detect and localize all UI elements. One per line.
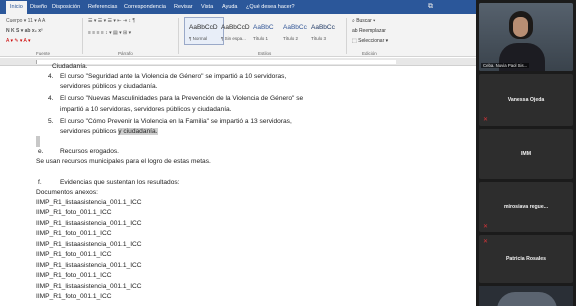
- doc-line: El curso "Nuevas Masculinidades para la …: [60, 95, 304, 102]
- tab-diseno[interactable]: Diseño: [30, 4, 47, 10]
- participant-video-tile[interactable]: [479, 286, 573, 306]
- doc-line: Se usan recursos municipales para el log…: [36, 158, 211, 165]
- doc-line: Ciudadanía.: [52, 63, 88, 70]
- style-name: Título 2: [283, 36, 299, 41]
- mic-off-icon: ✕: [483, 239, 489, 245]
- style-name: Título 1: [253, 36, 269, 41]
- annex-item: IIMP_R1_foto_001.1_ICC: [36, 251, 112, 258]
- section-letter: f.: [38, 179, 42, 186]
- section-title: Recursos erogados.: [60, 148, 120, 155]
- tell-me-search[interactable]: ¿Qué desea hacer?: [246, 4, 295, 10]
- font-format-row[interactable]: N K S ▾ ab x₂ x²: [6, 28, 43, 34]
- video-person-face: [513, 17, 528, 37]
- selected-text: y ciudadanía.: [118, 128, 158, 135]
- list-number: 4.: [48, 73, 54, 80]
- annex-item: IIMP_R1_listaasistencia_001.1_ICC: [36, 199, 142, 206]
- tab-inicio[interactable]: Inicio: [6, 1, 27, 14]
- document-page[interactable]: Ciudadanía. 4. El curso "Seguridad ante …: [0, 63, 476, 306]
- style-sample: AaBbCcD: [221, 24, 250, 31]
- participant-tile[interactable]: Vanessa Ojeda ✕: [479, 74, 573, 126]
- self-video-tile[interactable]: Ceba. Nuvia Paol Sis...: [479, 3, 573, 71]
- tab-correspondencia[interactable]: Correspondencia: [124, 4, 166, 10]
- tab-ayuda[interactable]: Ayuda: [222, 4, 238, 10]
- list-number: 4.: [48, 95, 54, 102]
- annex-item: IIMP_R1_foto_001.1_ICC: [36, 230, 112, 237]
- self-name-tag: Ceba. Nuvia Paol Sis...: [481, 63, 530, 68]
- video-person-shape: [497, 292, 557, 306]
- style-sample: AaBbCcD: [189, 24, 218, 31]
- mic-off-icon: ✕: [483, 117, 489, 123]
- ribbon-separator: [346, 18, 347, 54]
- annex-item: IIMP_R1_foto_001.1_ICC: [36, 209, 112, 216]
- list-number: 5.: [48, 118, 54, 125]
- doc-line: servidores públicos y ciudadanía.: [60, 128, 158, 137]
- participant-name: mirosiava regue...: [503, 204, 549, 210]
- annex-item: IIMP_R1_foto_001.1_ICC: [36, 293, 112, 300]
- doc-line: El curso "Cómo Prevenir la Violencia en …: [60, 118, 292, 125]
- annex-item: IIMP_R1_listaasistencia_001.1_ICC: [36, 220, 142, 227]
- participant-name: Patricia Rosales: [505, 256, 547, 262]
- doc-line: servidores públicos y ciudadanía.: [60, 83, 158, 90]
- annex-item: IIMP_R1_listaasistencia_001.1_ICC: [36, 241, 142, 248]
- style-name: ¶ Normal: [189, 36, 208, 41]
- ribbon-body: Cuerpo ▾ 11 ▾ A A N K S ▾ ab x₂ x² A ▾ ✎…: [0, 14, 476, 57]
- font-selector-row[interactable]: Cuerpo ▾ 11 ▾ A A: [6, 18, 45, 24]
- group-label-styles: Estilos: [258, 51, 272, 56]
- word-window: Inicio Diseño Disposición Referencias Co…: [0, 0, 476, 306]
- replace-button[interactable]: ab Reemplazar: [352, 28, 386, 34]
- participant-tile[interactable]: IMM: [479, 129, 573, 179]
- meeting-participants-panel: Ceba. Nuvia Paol Sis... Vanessa Ojeda ✕ …: [476, 0, 576, 306]
- ribbon-separator: [82, 18, 83, 54]
- tab-disposicion[interactable]: Disposición: [52, 4, 80, 10]
- font-color-row[interactable]: A ▾ ✎ ▾ A ▾: [6, 38, 31, 44]
- group-label-paragraph: Párrafo: [118, 51, 133, 56]
- doc-text: servidores públicos: [60, 128, 119, 135]
- participant-name: Vanessa Ojeda: [507, 97, 545, 103]
- participant-tile[interactable]: mirosiava regue... ✕: [479, 182, 573, 232]
- doc-line: impartió a 10 servidoras, servidores púb…: [60, 106, 232, 113]
- annex-item: IIMP_R1_listaasistencia_001.1_ICC: [36, 283, 142, 290]
- participant-tile[interactable]: Patricia Rosales ✕: [479, 235, 573, 283]
- section-letter: e.: [38, 148, 44, 155]
- style-sample: AaBbC: [253, 24, 274, 31]
- tab-revisar[interactable]: Revisar: [174, 4, 193, 10]
- annex-item: IIMP_R1_listaasistencia_001.1_ICC: [36, 262, 142, 269]
- find-button[interactable]: ⌕ Buscar ▾: [352, 18, 375, 24]
- style-sample: AaBbCc: [311, 24, 335, 31]
- style-titulo-3[interactable]: AaBbCc Título 3: [306, 17, 346, 45]
- paragraph-row-1[interactable]: ☰ ▾ ☰ ▾ ☰ ▾ ⇤ ⇥ ↕ ¶: [88, 18, 135, 24]
- mic-off-icon: ✕: [483, 224, 489, 230]
- window-restore-icon[interactable]: ⧉: [428, 3, 433, 11]
- paragraph-row-2[interactable]: ≡ ≡ ≡ ≡ ↕ ▾ ▤ ▾ ⊞ ▾: [88, 30, 131, 36]
- style-name: Título 3: [311, 36, 327, 41]
- section-title: Evidencias que sustentan los resultados:: [60, 179, 180, 186]
- ribbon-separator: [178, 18, 179, 54]
- style-name: ¶ Sin espa...: [221, 36, 246, 41]
- ribbon-tab-bar: Inicio Diseño Disposición Referencias Co…: [0, 0, 476, 14]
- group-label-editing: Edición: [362, 51, 377, 56]
- tab-referencias[interactable]: Referencias: [88, 4, 117, 10]
- annex-item: IIMP_R1_foto_001.1_ICC: [36, 272, 112, 279]
- select-button[interactable]: ⬚ Seleccionar ▾: [352, 38, 388, 44]
- group-label-font: Fuente: [36, 51, 51, 56]
- doc-line: El curso "Seguridad ante la Violencia de…: [60, 73, 287, 80]
- tab-vista[interactable]: Vista: [201, 4, 213, 10]
- ruler-track: [36, 60, 396, 64]
- doc-line: Documentos anexos:: [36, 189, 98, 196]
- style-sample: AaBbCc: [283, 24, 307, 31]
- participant-name: IMM: [520, 151, 532, 157]
